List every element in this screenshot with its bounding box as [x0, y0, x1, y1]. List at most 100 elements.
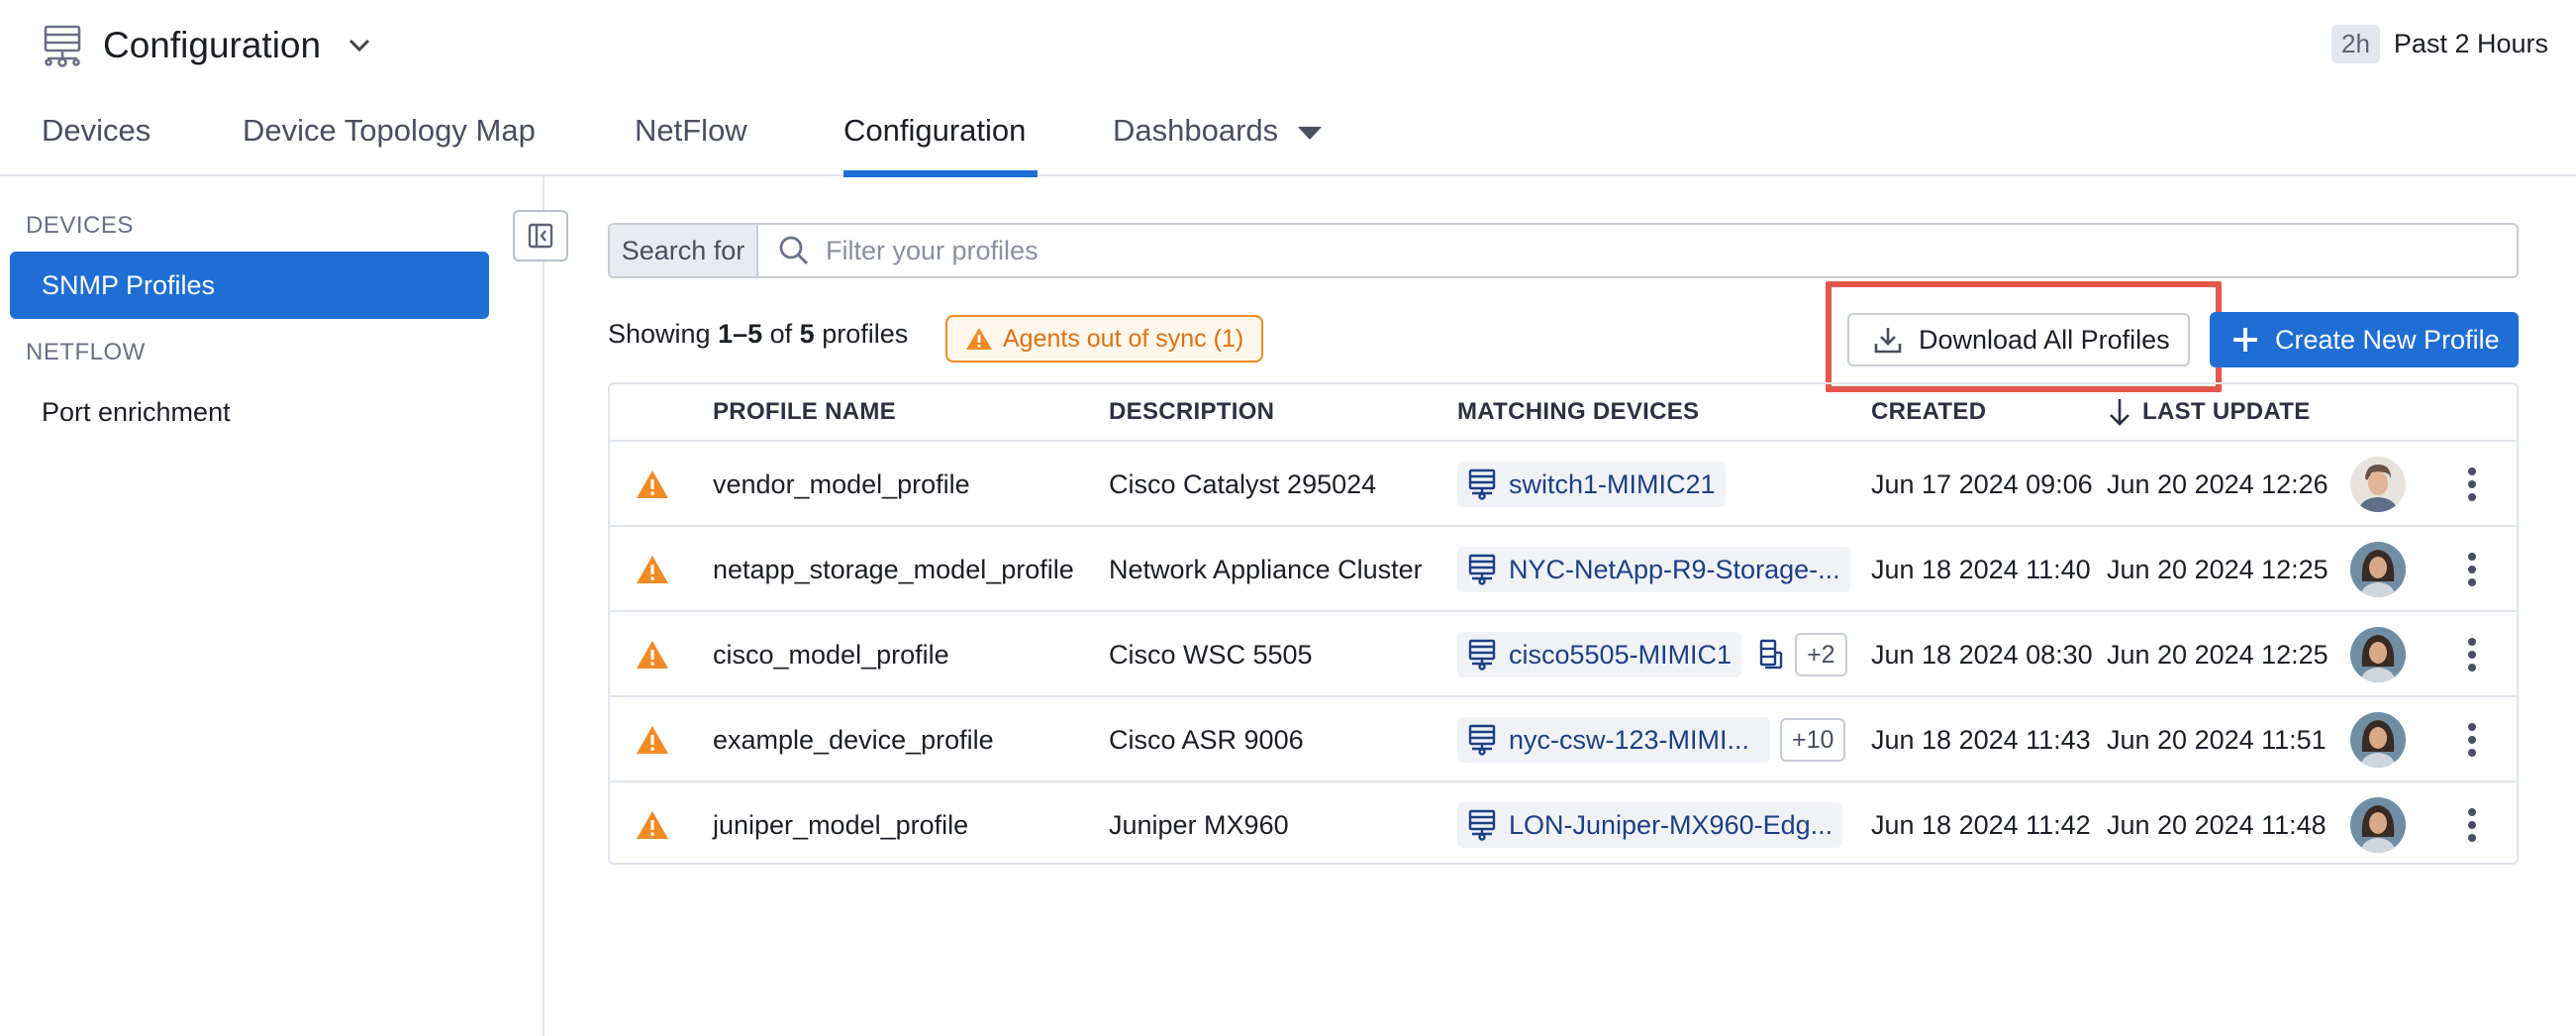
- column-header-description[interactable]: DESCRIPTION: [1109, 384, 1274, 440]
- device-chip[interactable]: nyc-csw-123-MIMI...: [1457, 717, 1770, 763]
- matching-devices: cisco5505-MIMIC1 +2: [1457, 612, 1847, 697]
- more-devices-chip[interactable]: +2: [1795, 633, 1847, 676]
- network-device-icon: [1468, 554, 1496, 585]
- search-icon: [779, 236, 808, 264]
- plus-icon: [2233, 328, 2257, 352]
- warning-icon: [636, 697, 669, 782]
- tab-dashboards[interactable]: Dashboards: [1113, 99, 1323, 176]
- row-actions-menu[interactable]: [2467, 442, 2477, 527]
- matching-devices: switch1-MIMIC21: [1457, 442, 1726, 527]
- table-row[interactable]: vendor_model_profile Cisco Catalyst 2950…: [610, 440, 2517, 525]
- tab-netflow[interactable]: NetFlow: [635, 99, 747, 176]
- row-actions-menu[interactable]: [2467, 782, 2477, 868]
- avatar[interactable]: [2350, 442, 2406, 527]
- table-row[interactable]: example_device_profile Cisco ASR 9006 ny…: [610, 695, 2517, 780]
- tab-devices[interactable]: Devices: [42, 99, 150, 176]
- search-input[interactable]: [812, 225, 2517, 276]
- more-vertical-icon: [2468, 808, 2476, 842]
- profile-name[interactable]: example_device_profile: [713, 697, 994, 782]
- network-device-icon: [1468, 639, 1496, 671]
- results-count: Showing 1–5 of 5 profiles: [608, 319, 909, 349]
- collapse-sidebar-button[interactable]: [513, 210, 568, 261]
- sidebar: DEVICES SNMP Profiles NETFLOW Port enric…: [0, 176, 545, 1036]
- profile-description: Cisco Catalyst 295024: [1109, 468, 1377, 499]
- created-date: Jun 17 2024 09:06: [1871, 468, 2093, 499]
- row-actions-menu[interactable]: [2467, 697, 2477, 782]
- profile-name[interactable]: vendor_model_profile: [713, 442, 970, 527]
- storage-device-icon[interactable]: [1755, 638, 1785, 672]
- search-label: Search for: [610, 225, 758, 276]
- timeframe-selector[interactable]: 2h Past 2 Hours: [2331, 22, 2548, 65]
- avatar-woman: [2350, 542, 2406, 597]
- device-chip[interactable]: switch1-MIMIC21: [1457, 462, 1726, 507]
- row-actions-menu[interactable]: [2467, 527, 2477, 612]
- device-chip[interactable]: LON-Juniper-MX960-Edg...: [1457, 802, 1843, 848]
- avatar-woman: [2350, 797, 2406, 853]
- sidebar-item-port-enrichment[interactable]: Port enrichment: [10, 378, 489, 446]
- device-chip[interactable]: NYC-NetApp-R9-Storage-...: [1457, 547, 1850, 592]
- download-icon: [1874, 328, 1902, 354]
- chevron-down-icon: [349, 39, 370, 52]
- profile-name[interactable]: cisco_model_profile: [713, 612, 949, 697]
- profiles-table: PROFILE NAME DESCRIPTION MATCHING DEVICE…: [608, 382, 2519, 865]
- warning-icon: [636, 442, 669, 527]
- page-title-dropdown[interactable]: Configuration: [40, 18, 376, 73]
- caret-down-icon: [1298, 127, 1323, 140]
- created-date: Jun 18 2024 11:42: [1871, 809, 2091, 840]
- row-actions-menu[interactable]: [2467, 612, 2477, 697]
- agents-out-of-sync-badge[interactable]: Agents out of sync (1): [945, 315, 1264, 363]
- sidebar-section-devices: DEVICES: [26, 212, 134, 239]
- column-header-created[interactable]: CREATED: [1871, 384, 1986, 440]
- tab-configuration[interactable]: Configuration: [843, 99, 1038, 177]
- more-vertical-icon: [2468, 553, 2476, 586]
- avatar-man: [2350, 457, 2406, 512]
- matching-devices: NYC-NetApp-R9-Storage-...: [1457, 527, 1850, 612]
- avatar[interactable]: [2350, 612, 2406, 697]
- created-date: Jun 18 2024 11:43: [1871, 724, 2091, 755]
- profile-name[interactable]: juniper_model_profile: [713, 782, 968, 868]
- avatar-woman: [2350, 627, 2406, 682]
- last-update-date: Jun 20 2024 12:25: [2107, 639, 2328, 670]
- more-vertical-icon: [2468, 638, 2476, 672]
- last-update-date: Jun 20 2024 11:48: [2107, 809, 2327, 840]
- last-update-date: Jun 20 2024 12:25: [2107, 554, 2328, 584]
- profile-description: Juniper MX960: [1109, 809, 1289, 840]
- timeframe-badge: 2h: [2331, 24, 2380, 63]
- more-vertical-icon: [2468, 723, 2476, 757]
- create-new-profile-button[interactable]: Create New Profile: [2210, 312, 2519, 367]
- page-header: Configuration 2h Past 2 Hours Devices De…: [0, 0, 2576, 177]
- warning-icon: [966, 328, 992, 350]
- device-chip[interactable]: cisco5505-MIMIC1: [1457, 632, 1742, 677]
- network-device-icon: [1468, 809, 1496, 841]
- avatar[interactable]: [2350, 527, 2406, 612]
- network-device-icon: [1468, 724, 1496, 756]
- table-row[interactable]: juniper_model_profile Juniper MX960 LON-…: [610, 780, 2517, 866]
- search-bar: Search for: [608, 223, 2519, 278]
- avatar[interactable]: [2350, 697, 2406, 782]
- last-update-date: Jun 20 2024 12:26: [2107, 468, 2328, 499]
- last-update-date: Jun 20 2024 11:51: [2107, 724, 2327, 755]
- network-device-icon: [44, 25, 81, 67]
- tab-device-topology-map[interactable]: Device Topology Map: [243, 99, 536, 176]
- column-header-last-update[interactable]: LAST UPDATE: [2107, 384, 2311, 440]
- page-title: Configuration: [103, 25, 322, 65]
- avatar[interactable]: [2350, 782, 2406, 868]
- more-vertical-icon: [2468, 467, 2476, 501]
- matching-devices: LON-Juniper-MX960-Edg...: [1457, 782, 1843, 868]
- created-date: Jun 18 2024 11:40: [1871, 554, 2091, 584]
- download-all-profiles-button[interactable]: Download All Profiles: [1847, 313, 2190, 366]
- matching-devices: nyc-csw-123-MIMI... +10: [1457, 697, 1846, 782]
- warning-icon: [636, 782, 669, 868]
- table-row[interactable]: cisco_model_profile Cisco WSC 5505 cisco…: [610, 610, 2517, 695]
- profile-description: Cisco WSC 5505: [1109, 639, 1313, 670]
- profile-name[interactable]: netapp_storage_model_profile: [713, 527, 1074, 612]
- sidebar-item-snmp-profiles[interactable]: SNMP Profiles: [10, 252, 489, 319]
- more-devices-chip[interactable]: +10: [1780, 718, 1846, 762]
- avatar-woman: [2350, 712, 2406, 768]
- sort-descending-icon: [2110, 399, 2130, 426]
- table-row[interactable]: netapp_storage_model_profile Network App…: [610, 525, 2517, 610]
- profile-description: Cisco ASR 9006: [1109, 724, 1304, 755]
- warning-icon: [636, 612, 669, 697]
- column-header-profile-name[interactable]: PROFILE NAME: [713, 384, 896, 440]
- column-header-matching-devices[interactable]: MATCHING DEVICES: [1457, 384, 1699, 440]
